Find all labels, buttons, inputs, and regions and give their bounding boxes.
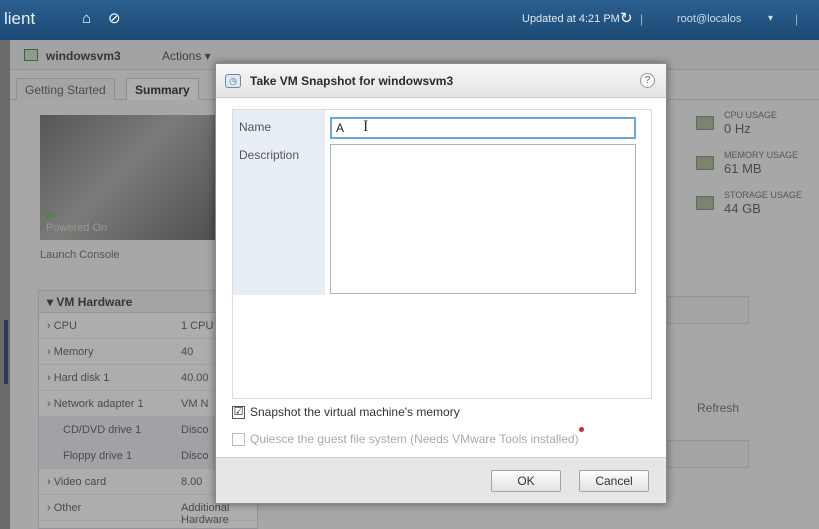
ok-button[interactable]: OK xyxy=(491,470,561,492)
description-label: Description xyxy=(239,148,300,162)
updated-timestamp: Updated at 4:21 PM xyxy=(522,13,620,25)
quiesce-checkbox-label: Quiesce the guest file system (Needs VMw… xyxy=(250,432,579,446)
dialog-form: Name Description I xyxy=(232,109,652,399)
refresh-icon[interactable]: ↻ xyxy=(620,9,633,27)
label-column xyxy=(233,110,325,295)
top-bar: lient ⌂ ⊘ Updated at 4:21 PM ↻ | root@lo… xyxy=(0,0,819,40)
dialog-title-bar[interactable]: ◷ Take VM Snapshot for windowsvm3 ? xyxy=(216,64,666,98)
separator: | xyxy=(640,12,644,26)
snapshot-description-input[interactable] xyxy=(330,144,636,294)
history-icon[interactable]: ⊘ xyxy=(108,9,121,27)
snapshot-icon: ◷ xyxy=(225,74,241,88)
brand-label: lient xyxy=(4,9,36,28)
dialog-footer: OK Cancel xyxy=(216,457,666,503)
user-menu[interactable]: root@localos xyxy=(677,13,741,25)
cancel-button[interactable]: Cancel xyxy=(579,470,649,492)
chevron-down-icon[interactable]: ▾ xyxy=(768,13,773,24)
quiesce-checkbox-row: Quiesce the guest file system (Needs VMw… xyxy=(232,431,652,449)
home-icon[interactable]: ⌂ xyxy=(82,10,91,27)
dialog-title: Take VM Snapshot for windowsvm3 xyxy=(250,74,454,88)
memory-checkbox-row[interactable]: ☑ Snapshot the virtual machine's memory xyxy=(232,404,652,422)
take-snapshot-dialog: ◷ Take VM Snapshot for windowsvm3 ? Name… xyxy=(215,63,667,504)
help-icon[interactable]: ? xyxy=(640,73,655,88)
separator: | xyxy=(795,12,799,26)
memory-checkbox-label: Snapshot the virtual machine's memory xyxy=(250,405,460,419)
snapshot-name-input[interactable] xyxy=(330,117,636,139)
text-cursor-icon: I xyxy=(363,118,369,135)
quiesce-checkbox xyxy=(232,433,245,446)
memory-checkbox[interactable]: ☑ xyxy=(232,406,245,419)
name-label: Name xyxy=(239,120,272,134)
